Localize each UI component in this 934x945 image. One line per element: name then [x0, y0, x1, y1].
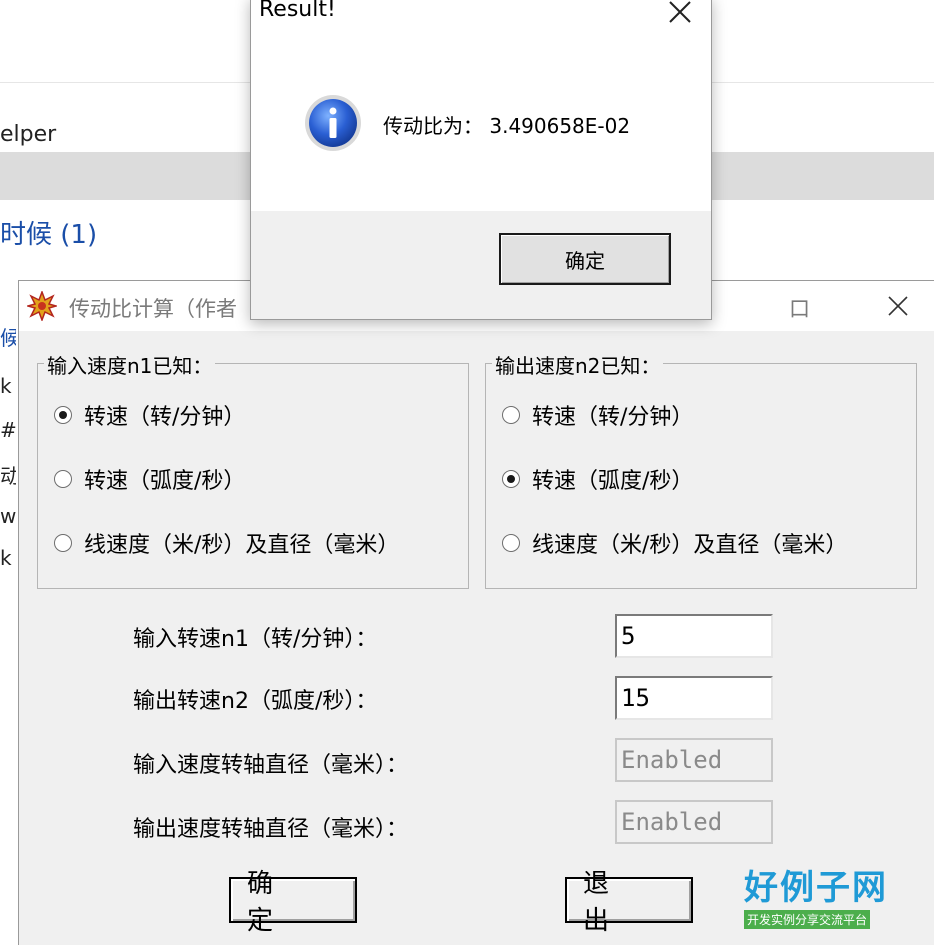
ok-button[interactable]: 确 定: [229, 869, 357, 936]
watermark-logo-text: 好例子网: [744, 868, 888, 908]
watermark-logo-subtext: 开发实例分享交流平台: [744, 910, 871, 929]
output-rad-field[interactable]: [615, 676, 773, 720]
input-diameter-label: 输入速度转轴直径（毫米）：: [133, 753, 409, 778]
output-diameter-label: 输出速度转轴直径（毫米）：: [133, 817, 409, 842]
output-option-rad-s[interactable]: 转速（弧度/秒）: [502, 464, 693, 494]
bg-strip-char: #S: [0, 418, 16, 442]
radio-button[interactable]: [502, 534, 520, 552]
radio-label: 转速（弧度/秒）: [532, 469, 694, 494]
radio-button[interactable]: [54, 534, 72, 552]
bg-helper-text: elper: [0, 122, 57, 147]
input-rpm-label: 输入转速n1（转/分钟）：: [133, 627, 378, 652]
output-rad-label: 输出转速n2（弧度/秒）：: [133, 689, 378, 714]
input-speed-group: 输入速度n1已知： 转速（转/分钟） 转速（弧度/秒） 线速度（米/秒）及直径（…: [37, 350, 469, 589]
radio-button[interactable]: [502, 470, 520, 488]
result-ok-button[interactable]: 确定: [499, 233, 671, 285]
bg-strip-char: k: [0, 374, 12, 398]
close-icon[interactable]: [667, 0, 693, 25]
bg-link-text[interactable]: 时候 (1): [0, 214, 97, 251]
result-message: 传动比为： 3.490658E-02: [383, 114, 631, 138]
bg-strip-char: 动: [0, 464, 16, 488]
radio-button[interactable]: [54, 406, 72, 424]
result-dialog: Result! 传动比为： 3.490658E-02 确定: [250, 0, 712, 320]
starburst-icon: [27, 291, 57, 321]
watermark-logo: 好例子网 开发实例分享交流平台: [744, 868, 904, 932]
exit-button[interactable]: 退 出: [565, 869, 693, 936]
radio-button[interactable]: [502, 406, 520, 424]
input-group-title: 输入速度n1已知：: [44, 350, 216, 379]
input-rpm-field[interactable]: [615, 614, 773, 658]
output-option-rpm[interactable]: 转速（转/分钟）: [502, 400, 693, 430]
radio-label: 线速度（米/秒）及直径（毫米）: [84, 533, 400, 558]
radio-button[interactable]: [54, 470, 72, 488]
input-option-linear[interactable]: 线速度（米/秒）及直径（毫米）: [54, 528, 399, 558]
gear-ratio-dialog: 传动比计算（作者 口 输入速度n1已知： 转速（转/分钟） 转速（弧度/秒） 线…: [18, 280, 934, 945]
close-icon[interactable]: [883, 291, 913, 321]
output-group-title: 输出速度n2已知：: [492, 350, 664, 379]
radio-label: 转速（转/分钟）: [532, 405, 694, 430]
output-diameter-field: [615, 800, 773, 844]
input-option-rpm[interactable]: 转速（转/分钟）: [54, 400, 245, 430]
result-dialog-title: Result!: [259, 0, 336, 22]
result-footer: 确定: [251, 211, 711, 319]
dialog-title: 传动比计算（作者: [69, 297, 237, 321]
input-option-rad-s[interactable]: 转速（弧度/秒）: [54, 464, 245, 494]
radio-label: 转速（弧度/秒）: [84, 469, 246, 494]
info-icon: [305, 95, 361, 151]
radio-label: 线速度（米/秒）及直径（毫米）: [532, 533, 848, 558]
radio-label: 转速（转/分钟）: [84, 405, 246, 430]
output-speed-group: 输出速度n2已知： 转速（转/分钟） 转速（弧度/秒） 线速度（米/秒）及直径（…: [485, 350, 917, 589]
bg-strip-char: w: [0, 504, 16, 528]
output-option-linear[interactable]: 线速度（米/秒）及直径（毫米）: [502, 528, 847, 558]
input-diameter-field: [615, 738, 773, 782]
bg-strip-char: 候: [0, 326, 16, 350]
bg-strip-char: k: [0, 546, 12, 570]
maximize-glyph[interactable]: 口: [789, 293, 810, 323]
